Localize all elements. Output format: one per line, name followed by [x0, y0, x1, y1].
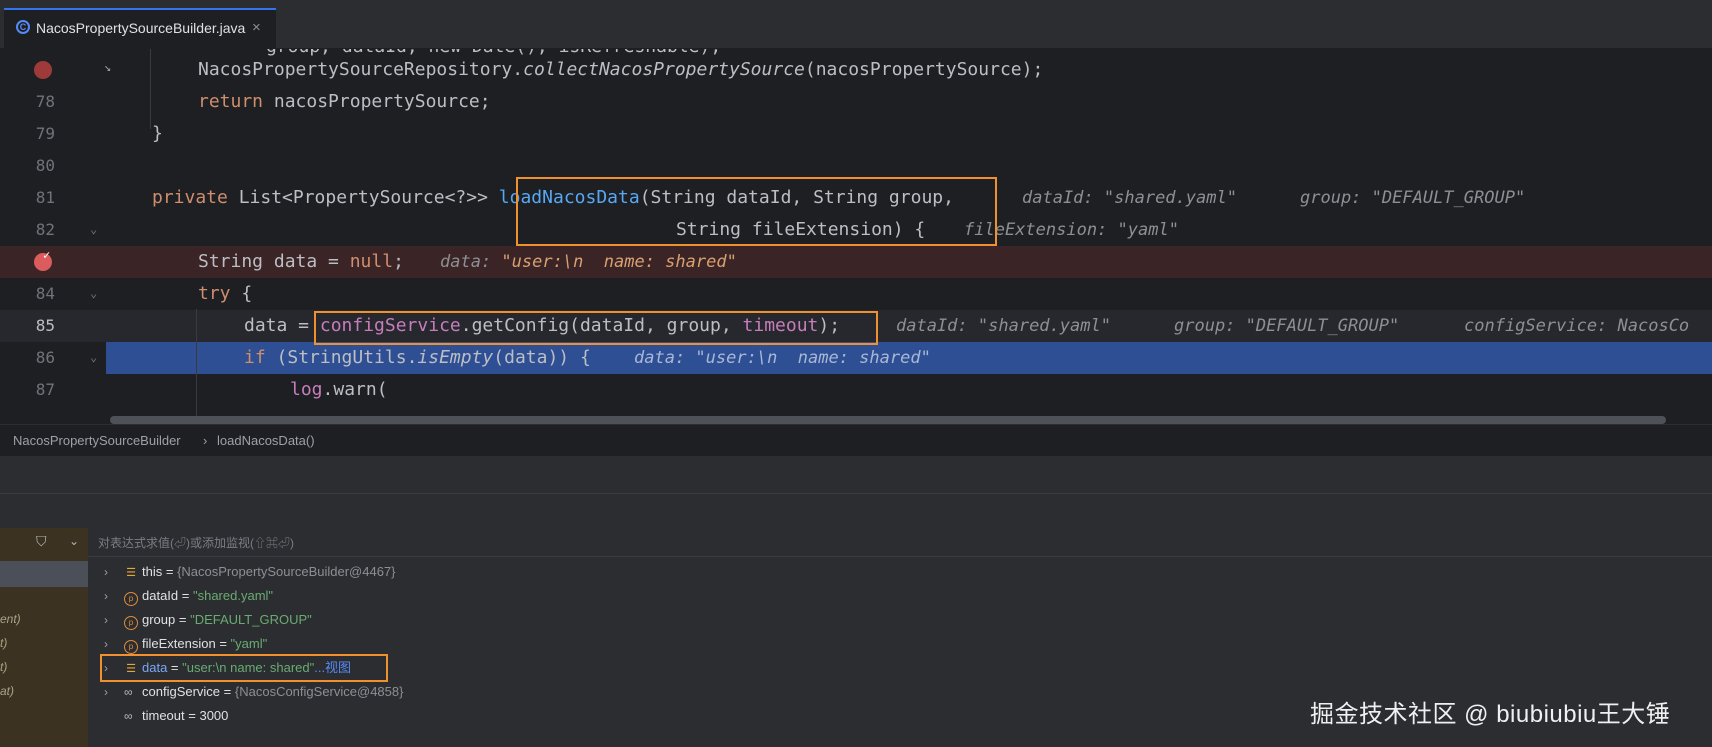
fold-chevron-icon[interactable]: ⌄ — [90, 350, 97, 364]
frame-item[interactable]: ent) — [0, 612, 21, 626]
tool-window-header — [0, 455, 1712, 528]
expand-chevron-icon: › — [104, 685, 108, 699]
variable-row-configservice[interactable]: › ∞ configService = {NacosConfigService@48… — [104, 680, 403, 704]
variable-row-this[interactable]: › ☰ this = {NacosPropertySourceBuilder@446… — [104, 560, 396, 584]
code-line-87: 87 log.warn( — [35, 379, 388, 400]
chevron-down-icon[interactable]: ⌄ — [69, 534, 79, 548]
watch-icon: ∞ — [124, 709, 133, 723]
parameter-icon: p — [124, 616, 138, 630]
breadcrumb-class[interactable]: NacosPropertySourceBuilder — [13, 433, 181, 448]
breadcrumb-method[interactable]: loadNacosData() — [217, 433, 315, 448]
file-tab-title: NacosPropertySourceBuilder.java — [36, 20, 246, 36]
object-icon: ☰ — [126, 567, 136, 579]
annotation-box-getconfig-call — [314, 311, 878, 345]
evaluate-expression-bar[interactable] — [88, 528, 1712, 557]
evaluate-expression-input[interactable]: 对表达式求值(⏎)或添加监视(⇧⌘⏎) — [98, 534, 294, 551]
variable-row-fileextension[interactable]: › p fileExtension = "yaml" — [104, 632, 267, 656]
breakpoint-hit-icon[interactable] — [34, 248, 52, 271]
code-line-83: String data = null; data: "user:\n name:… — [0, 246, 1712, 278]
variable-row-group[interactable]: › p group = "DEFAULT_GROUP" — [104, 608, 312, 632]
watch-icon: ∞ — [124, 685, 133, 699]
java-class-icon: C — [16, 20, 30, 34]
breadcrumb: NacosPropertySourceBuilder › loadNacosDa… — [0, 424, 1712, 455]
parameter-icon: p — [124, 592, 138, 606]
watermark: 掘金技术社区 @ biubiubiu王大锤 — [1310, 701, 1671, 728]
code-editor[interactable]: group, dataId, new Date(), isRefreshable… — [0, 49, 1712, 420]
frame-item[interactable]: t) — [0, 636, 7, 650]
annotation-box-data-variable — [100, 654, 388, 682]
expand-chevron-icon: › — [104, 589, 108, 603]
expand-chevron-icon: › — [104, 565, 108, 579]
code-line-86: 86 ⌄ if (StringUtils.isEmpty(data)) { da… — [35, 347, 931, 368]
indent-guide — [150, 49, 151, 129]
variable-row-dataid[interactable]: › p dataId = "shared.yaml" — [104, 584, 273, 608]
horizontal-scrollbar[interactable] — [110, 416, 1666, 424]
divider — [0, 493, 1712, 494]
selected-frame[interactable] — [0, 561, 88, 587]
fold-chevron-icon[interactable]: ⌄ — [90, 222, 97, 236]
indent-guide — [196, 309, 197, 420]
frame-item[interactable]: t) — [0, 660, 7, 674]
expand-chevron-icon: › — [104, 637, 108, 651]
step-into-icon: ↘ — [104, 60, 112, 74]
breakpoint-icon[interactable] — [34, 61, 52, 79]
filter-icon[interactable]: ⛉ — [36, 533, 47, 550]
frame-item[interactable]: at) — [0, 684, 14, 698]
breadcrumb-separator: › — [203, 433, 208, 448]
expand-chevron-icon: › — [104, 613, 108, 627]
code-line-79: 79 } — [35, 123, 163, 144]
fold-chevron-icon[interactable]: ⌄ — [90, 286, 97, 300]
variable-row-timeout[interactable]: ∞ timeout = 3000 — [104, 704, 228, 728]
code-line-77: ↘ NacosPropertySourceRepository.collectN… — [0, 54, 1712, 86]
code-line-84: 84 ⌄ try { — [35, 283, 253, 304]
annotation-box-method-signature — [516, 177, 997, 246]
code-line-78: 78 return nacosPropertySource; — [35, 91, 491, 112]
parameter-icon: p — [124, 640, 138, 654]
close-tab-icon[interactable]: × — [252, 19, 261, 36]
